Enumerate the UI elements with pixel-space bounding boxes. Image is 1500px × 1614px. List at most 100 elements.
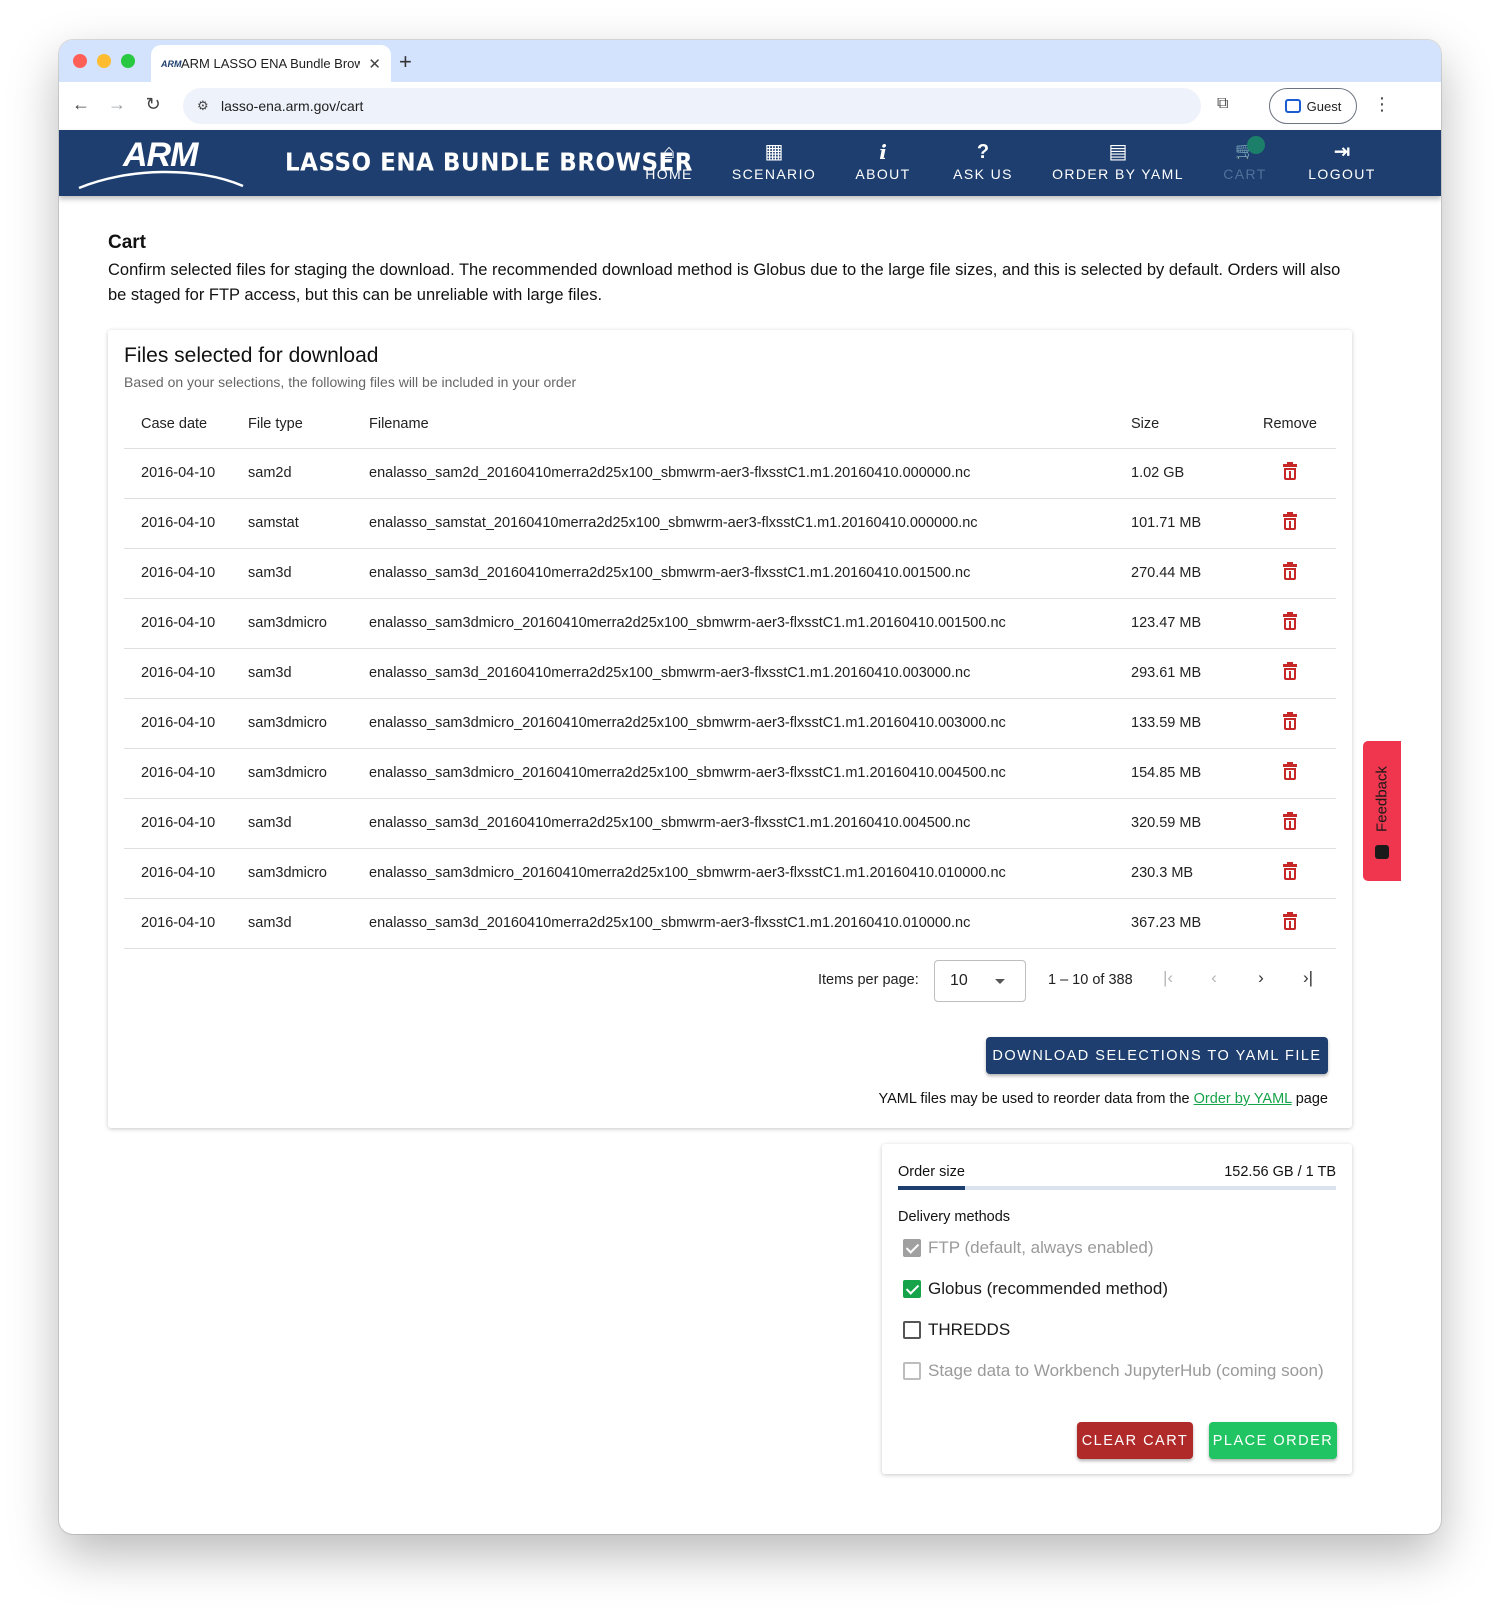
case-date-cell: 2016-04-10 xyxy=(124,698,248,749)
trash-icon[interactable] xyxy=(1283,661,1297,680)
size-cell: 133.59 MB xyxy=(1131,698,1244,749)
ftp-checkbox[interactable] xyxy=(903,1239,921,1257)
delivery-option-globus[interactable]: Globus (recommended method) xyxy=(903,1279,1168,1299)
nav-home[interactable]: ⌂ HOME xyxy=(639,140,699,190)
table-header-row: Case date File type Filename Size Remove xyxy=(124,400,1336,449)
size-cell: 230.3 MB xyxy=(1131,848,1244,899)
filename-cell: enalasso_sam3d_20160410merra2d25x100_sbm… xyxy=(369,898,1131,949)
delivery-option-jupyterhub[interactable]: Stage data to Workbench JupyterHub (comi… xyxy=(903,1361,1324,1381)
site-info-icon[interactable]: ⚙ xyxy=(197,98,221,114)
jupyterhub-checkbox[interactable] xyxy=(903,1362,921,1380)
trash-icon[interactable] xyxy=(1283,911,1297,930)
first-page-icon[interactable]: |‹ xyxy=(1156,968,1180,988)
size-cell: 320.59 MB xyxy=(1131,798,1244,849)
nav-logout[interactable]: ⇥ LOGOUT xyxy=(1307,140,1377,190)
yaml-note: YAML files may be used to reorder data f… xyxy=(879,1091,1328,1107)
profile-button[interactable]: Guest xyxy=(1269,88,1357,124)
order-card: Order size 152.56 GB / 1 TB Delivery met… xyxy=(882,1144,1352,1474)
nav-label: LOGOUT xyxy=(1308,166,1376,182)
column-header-case-date[interactable]: Case date xyxy=(124,400,248,449)
cart-badge xyxy=(1247,136,1265,154)
dropdown-caret-icon xyxy=(995,979,1005,984)
case-date-cell: 2016-04-10 xyxy=(124,798,248,849)
files-card-subtitle: Based on your selections, the following … xyxy=(124,374,577,390)
size-cell: 293.61 MB xyxy=(1131,648,1244,699)
browser-tab[interactable]: ARM ARM LASSO ENA Bundle Brow ✕ xyxy=(151,45,391,82)
address-bar[interactable]: ⚙ lasso-ena.arm.gov/cart xyxy=(183,88,1201,124)
screen-search-icon[interactable]: ⧉ xyxy=(1217,95,1228,113)
yaml-note-suffix: page xyxy=(1291,1091,1328,1107)
table-row: 2016-04-10 sam3dmicro enalasso_sam3dmicro_… xyxy=(124,698,1336,749)
nav-label: CART xyxy=(1223,166,1267,182)
url-text: lasso-ena.arm.gov/cart xyxy=(221,98,364,114)
info-icon: i xyxy=(879,140,887,164)
table-row: 2016-04-10 sam3dmicro enalasso_sam3dmicro_… xyxy=(124,848,1336,899)
new-tab-icon[interactable]: + xyxy=(399,49,412,75)
nav-about[interactable]: i ABOUT xyxy=(853,140,913,190)
trash-icon[interactable] xyxy=(1283,561,1297,580)
file-type-cell: sam3d xyxy=(248,648,369,699)
jupyterhub-label: Stage data to Workbench JupyterHub (comi… xyxy=(928,1361,1324,1380)
nav-order-by-yaml[interactable]: ▤ ORDER BY YAML xyxy=(1051,140,1185,190)
nav-cart[interactable]: 🛒 CART xyxy=(1221,136,1269,190)
trash-icon[interactable] xyxy=(1283,511,1297,530)
close-tab-icon[interactable]: ✕ xyxy=(368,55,381,73)
browser-menu-icon[interactable]: ⋮ xyxy=(1373,94,1391,115)
feedback-tab[interactable]: Feedback xyxy=(1363,741,1401,881)
nav-ask-us[interactable]: ? ASK US xyxy=(952,140,1014,190)
download-yaml-button[interactable]: DOWNLOAD SELECTIONS TO YAML FILE xyxy=(986,1037,1328,1074)
remove-cell xyxy=(1244,748,1336,799)
column-header-filename[interactable]: Filename xyxy=(369,400,1131,449)
items-per-page-value: 10 xyxy=(950,972,968,989)
previous-page-icon[interactable]: ‹ xyxy=(1202,968,1226,988)
close-window-button[interactable] xyxy=(73,54,87,68)
column-header-size[interactable]: Size xyxy=(1131,400,1244,449)
clear-cart-button[interactable]: CLEAR CART xyxy=(1077,1422,1193,1459)
order-by-yaml-link[interactable]: Order by YAML xyxy=(1194,1091,1292,1107)
size-cell: 1.02 GB xyxy=(1131,448,1244,499)
nav-label: ORDER BY YAML xyxy=(1052,166,1184,182)
trash-icon[interactable] xyxy=(1283,611,1297,630)
forward-icon[interactable]: → xyxy=(105,94,129,115)
trash-icon[interactable] xyxy=(1283,761,1297,780)
feedback-icon xyxy=(1375,845,1389,859)
globus-label: Globus (recommended method) xyxy=(928,1279,1169,1298)
thredds-checkbox[interactable] xyxy=(903,1321,921,1339)
delivery-option-thredds[interactable]: THREDDS xyxy=(903,1320,1010,1340)
trash-icon[interactable] xyxy=(1283,811,1297,830)
trash-icon[interactable] xyxy=(1283,711,1297,730)
nav-scenario[interactable]: ▦ SCENARIO xyxy=(729,140,819,190)
column-header-file-type[interactable]: File type xyxy=(248,400,369,449)
reload-icon[interactable]: ↻ xyxy=(141,94,165,115)
chart-icon: ▦ xyxy=(764,141,784,163)
page-intro: Cart Confirm selected files for staging … xyxy=(108,232,1358,308)
filename-cell: enalasso_samstat_20160410merra2d25x100_s… xyxy=(369,498,1131,549)
nav-label: ABOUT xyxy=(855,166,911,182)
size-cell: 123.47 MB xyxy=(1131,598,1244,649)
maximize-window-button[interactable] xyxy=(121,54,135,68)
size-cell: 154.85 MB xyxy=(1131,748,1244,799)
filename-cell: enalasso_sam3dmicro_20160410merra2d25x10… xyxy=(369,598,1131,649)
items-per-page-select[interactable]: 10 xyxy=(934,960,1026,1002)
file-icon: ▤ xyxy=(1108,141,1128,163)
paginator: Items per page: 10 1 – 10 of 388 |‹ ‹ › … xyxy=(108,960,1352,1002)
back-icon[interactable]: ← xyxy=(69,94,93,115)
filename-cell: enalasso_sam3dmicro_20160410merra2d25x10… xyxy=(369,698,1131,749)
delivery-option-ftp[interactable]: FTP (default, always enabled) xyxy=(903,1238,1154,1258)
table-row: 2016-04-10 samstat enalasso_samstat_201604… xyxy=(124,498,1336,549)
remove-cell xyxy=(1244,848,1336,899)
trash-icon[interactable] xyxy=(1283,861,1297,880)
last-page-icon[interactable]: ›| xyxy=(1296,968,1320,988)
place-order-button[interactable]: PLACE ORDER xyxy=(1209,1422,1337,1459)
filename-cell: enalasso_sam3d_20160410merra2d25x100_sbm… xyxy=(369,648,1131,699)
remove-cell xyxy=(1244,548,1336,599)
trash-icon[interactable] xyxy=(1283,461,1297,480)
home-icon: ⌂ xyxy=(662,141,676,163)
arm-favicon-icon: ARM xyxy=(161,58,182,69)
logo-swoosh-icon xyxy=(78,170,244,190)
files-table: Case date File type Filename Size Remove… xyxy=(124,400,1336,949)
minimize-window-button[interactable] xyxy=(97,54,111,68)
arm-logo[interactable]: ARM xyxy=(77,136,247,190)
next-page-icon[interactable]: › xyxy=(1249,968,1273,988)
globus-checkbox[interactable] xyxy=(903,1280,921,1298)
